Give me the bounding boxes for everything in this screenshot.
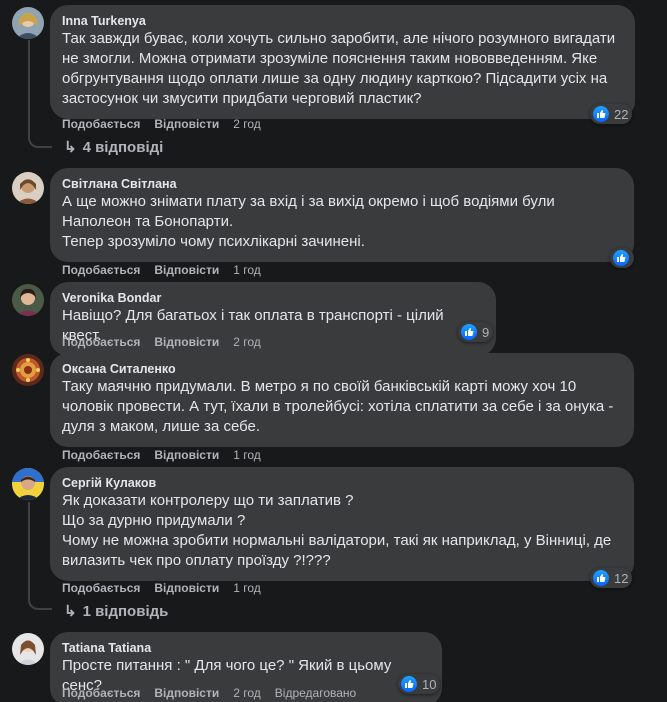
reply-button[interactable]: Відповісти bbox=[154, 262, 219, 278]
comment-author[interactable]: Світлана Світлана bbox=[62, 176, 622, 192]
like-icon bbox=[612, 249, 630, 267]
reaction-count[interactable]: 12 bbox=[590, 568, 633, 588]
comment-author[interactable]: Tatiana Tatiana bbox=[62, 640, 430, 656]
like-icon bbox=[592, 569, 610, 587]
comment-bubble: Inna Turkenya Так завжди буває, коли хоч… bbox=[50, 5, 635, 119]
comment-author[interactable]: Оксана Ситаленко bbox=[62, 361, 622, 377]
edited-label[interactable]: Відредаговано bbox=[275, 685, 356, 701]
comment-author[interactable]: Inna Turkenya bbox=[62, 13, 623, 29]
comment-bubble: Оксана Ситаленко Таку маячню придумали. … bbox=[50, 353, 634, 447]
reaction-number: 10 bbox=[422, 676, 437, 692]
comment-text: А ще можно знімати плату за вхід і за ви… bbox=[62, 193, 555, 250]
like-icon bbox=[400, 675, 418, 693]
replies-label: 4 відповіді bbox=[82, 138, 164, 156]
reaction-count[interactable]: 10 bbox=[398, 674, 441, 694]
reply-arrow-icon: ↳ bbox=[64, 139, 77, 156]
comment-actions: Подобається Відповісти 1 год bbox=[62, 447, 275, 463]
avatar[interactable] bbox=[12, 284, 44, 316]
timestamp[interactable]: 1 год bbox=[233, 447, 261, 463]
reply-arrow-icon: ↳ bbox=[64, 603, 77, 620]
reply-button[interactable]: Відповісти bbox=[154, 580, 219, 596]
avatar[interactable] bbox=[12, 633, 44, 665]
thread-line bbox=[28, 40, 30, 136]
like-button[interactable]: Подобається bbox=[62, 685, 140, 701]
like-button[interactable]: Подобається bbox=[62, 334, 140, 350]
like-button[interactable]: Подобається bbox=[62, 580, 140, 596]
comment-actions: Подобається Відповісти 1 год bbox=[62, 580, 275, 596]
view-replies-link[interactable]: ↳ 4 відповіді bbox=[64, 138, 164, 157]
comment-actions: Подобається Відповісти 1 год bbox=[62, 262, 275, 278]
avatar[interactable] bbox=[12, 7, 44, 39]
like-button[interactable]: Подобається bbox=[62, 116, 140, 132]
view-replies-link[interactable]: ↳ 1 відповідь bbox=[64, 602, 169, 621]
like-icon bbox=[460, 323, 478, 341]
like-button[interactable]: Подобається bbox=[62, 447, 140, 463]
thread-connector bbox=[28, 134, 52, 148]
comment-author[interactable]: Сергій Кулаков bbox=[62, 475, 622, 491]
timestamp[interactable]: 2 год bbox=[233, 685, 261, 701]
reply-button[interactable]: Відповісти bbox=[154, 447, 219, 463]
comment-text: Як доказати контролеру що ти заплатив ? … bbox=[62, 492, 612, 569]
reply-button[interactable]: Відповісти bbox=[154, 685, 219, 701]
comment-text: Таку маячню придумали. В метро я по свої… bbox=[62, 378, 614, 435]
reply-button[interactable]: Відповісти bbox=[154, 334, 219, 350]
timestamp[interactable]: 1 год bbox=[233, 262, 261, 278]
avatar[interactable] bbox=[12, 172, 44, 204]
like-button[interactable]: Подобається bbox=[62, 262, 140, 278]
comment-bubble: Світлана Світлана А ще можно знімати пла… bbox=[50, 168, 634, 262]
avatar[interactable] bbox=[12, 468, 44, 500]
avatar[interactable] bbox=[12, 354, 44, 386]
comment-bubble: Сергій Кулаков Як доказати контролеру що… bbox=[50, 467, 634, 581]
reply-button[interactable]: Відповісти bbox=[154, 116, 219, 132]
reaction-count[interactable]: 9 bbox=[458, 322, 494, 342]
thread-line bbox=[28, 502, 30, 598]
reaction-number: 12 bbox=[614, 570, 629, 586]
comment-actions: Подобається Відповісти 2 год bbox=[62, 116, 275, 132]
replies-label: 1 відповідь bbox=[82, 602, 169, 620]
timestamp[interactable]: 2 год bbox=[233, 116, 261, 132]
thread-connector bbox=[28, 596, 52, 610]
reaction-number: 9 bbox=[482, 324, 490, 340]
like-icon bbox=[592, 105, 610, 123]
reaction-count[interactable] bbox=[610, 248, 634, 268]
comment-actions: Подобається Відповісти 2 год Відредагова… bbox=[62, 685, 356, 701]
reaction-count[interactable]: 22 bbox=[590, 104, 633, 124]
comment-actions: Подобається Відповісти 2 год bbox=[62, 334, 275, 350]
timestamp[interactable]: 2 год bbox=[233, 334, 261, 350]
timestamp[interactable]: 1 год bbox=[233, 580, 261, 596]
reaction-number: 22 bbox=[614, 106, 629, 122]
comment-author[interactable]: Veronika Bondar bbox=[62, 290, 484, 306]
comment-text: Так завжди буває, коли хочуть сильно зар… bbox=[62, 30, 616, 107]
